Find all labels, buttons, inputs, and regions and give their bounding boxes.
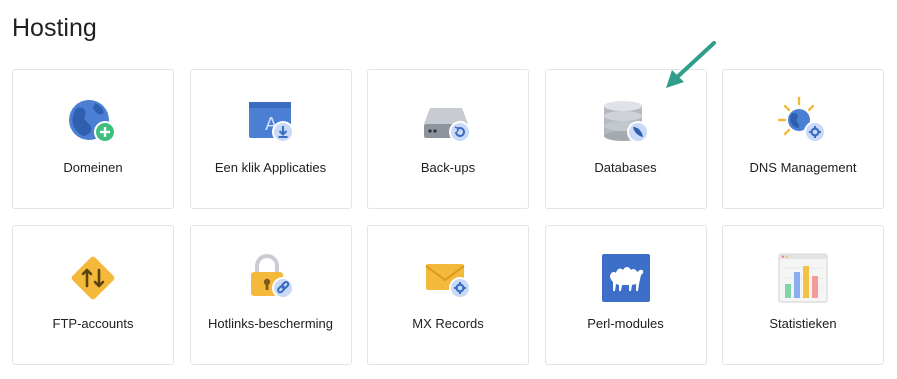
perl-camel-icon bbox=[598, 250, 654, 306]
tile-label: Domeinen bbox=[63, 160, 123, 175]
hosting-tile-grid: Domeinen A Een klik Applicaties Back-ups… bbox=[12, 69, 884, 365]
tile-label: Een klik Applicaties bbox=[214, 160, 327, 175]
tile-statistieken[interactable]: Statistieken bbox=[722, 225, 884, 365]
tile-label: MX Records bbox=[412, 316, 484, 331]
page-title: Hosting bbox=[12, 14, 97, 42]
statistics-chart-icon bbox=[775, 250, 831, 306]
tile-label: Statistieken bbox=[769, 316, 837, 331]
tile-label: Back-ups bbox=[420, 160, 476, 175]
dns-globe-icon bbox=[775, 94, 831, 150]
tile-back-ups[interactable]: Back-ups bbox=[367, 69, 529, 209]
database-icon bbox=[598, 94, 654, 150]
ftp-transfer-icon bbox=[65, 250, 121, 306]
tile-een-klik-applicaties[interactable]: A Een klik Applicaties bbox=[189, 69, 352, 209]
mail-gear-icon bbox=[420, 250, 476, 306]
annotation-arrow-icon bbox=[666, 41, 716, 88]
tile-domeinen[interactable]: Domeinen bbox=[12, 69, 174, 209]
tile-label: Databases bbox=[594, 160, 657, 175]
lock-link-icon bbox=[243, 250, 299, 306]
backup-drive-icon bbox=[420, 94, 476, 150]
globe-plus-icon bbox=[65, 94, 121, 150]
tile-dns-management[interactable]: DNS Management bbox=[722, 69, 884, 209]
tile-ftp-accounts[interactable]: FTP-accounts bbox=[12, 225, 174, 365]
tile-label: Hotlinks-bescherming bbox=[208, 316, 333, 331]
tile-perl-modules[interactable]: Perl-modules bbox=[544, 225, 707, 365]
tile-hotlinks-bescherming[interactable]: Hotlinks-bescherming bbox=[189, 225, 352, 365]
tile-label: DNS Management bbox=[749, 160, 857, 175]
tile-mx-records[interactable]: MX Records bbox=[367, 225, 529, 365]
app-folder-icon: A bbox=[243, 94, 299, 150]
tile-label: Perl-modules bbox=[587, 316, 664, 331]
tile-label: FTP-accounts bbox=[52, 316, 134, 331]
